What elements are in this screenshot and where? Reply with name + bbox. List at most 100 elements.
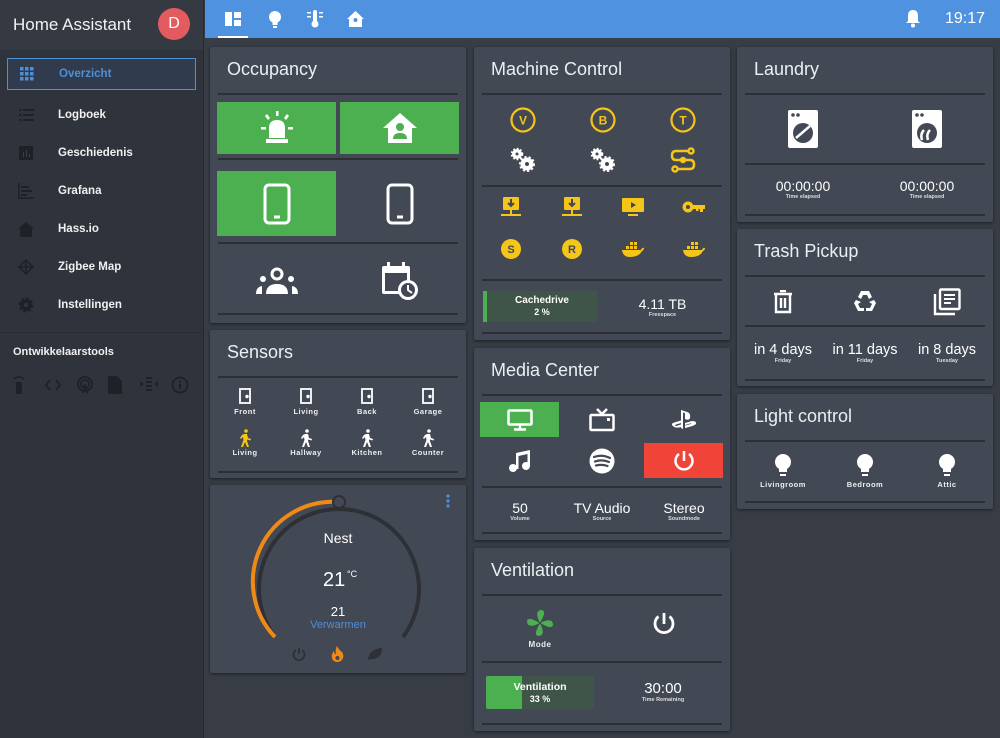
leaf-icon[interactable] bbox=[367, 647, 383, 661]
music-button[interactable] bbox=[480, 443, 559, 478]
tab-home[interactable] bbox=[337, 0, 373, 38]
newspaper-button[interactable] bbox=[907, 283, 987, 321]
source-branch-icon bbox=[670, 147, 696, 173]
motion-sensor[interactable]: Kitchen bbox=[338, 427, 396, 459]
light-livingroom[interactable]: Livingroom bbox=[743, 450, 823, 492]
music-icon bbox=[508, 449, 532, 473]
walk-icon bbox=[238, 429, 252, 447]
source-branch-button[interactable] bbox=[644, 145, 721, 175]
freespace-stat: 4.11 TB Freespace bbox=[604, 293, 721, 321]
phone-1-button[interactable] bbox=[217, 171, 336, 236]
walk-icon bbox=[360, 429, 374, 447]
door-sensor[interactable]: Front bbox=[216, 386, 274, 418]
service-s-button[interactable]: S bbox=[482, 235, 540, 263]
docker-button[interactable] bbox=[665, 235, 723, 263]
thermostat-name: Nest bbox=[323, 530, 353, 546]
alarm-light-icon bbox=[259, 110, 295, 146]
washer-button[interactable] bbox=[747, 105, 859, 153]
door-sensor[interactable]: Living bbox=[277, 386, 335, 418]
avatar[interactable]: D bbox=[158, 8, 190, 40]
door-sensor[interactable]: Back bbox=[338, 386, 396, 418]
recycle-button[interactable] bbox=[825, 283, 905, 321]
recycle-icon bbox=[852, 289, 878, 315]
sidebar-item-geschiedenis[interactable]: Geschiedenis bbox=[7, 134, 196, 172]
cachedrive-value: 2 % bbox=[534, 307, 550, 317]
tab-lights[interactable] bbox=[257, 0, 293, 38]
light-label: Livingroom bbox=[760, 479, 806, 489]
sidebar-item-overzicht[interactable]: Overzicht bbox=[7, 58, 196, 90]
broadcast-icon[interactable] bbox=[76, 375, 108, 395]
tab-climate[interactable] bbox=[297, 0, 333, 38]
fan-icon bbox=[526, 609, 554, 637]
fire-icon[interactable] bbox=[331, 646, 344, 662]
door-icon bbox=[422, 388, 434, 404]
service-b-button[interactable]: B bbox=[564, 105, 641, 135]
ventilation-mode-button[interactable]: Mode bbox=[484, 606, 596, 652]
sidebar-item-hassio[interactable]: Hass.io bbox=[7, 210, 196, 248]
service-r-button[interactable]: R bbox=[543, 235, 601, 263]
download-network-button[interactable] bbox=[543, 193, 601, 221]
door-sensor[interactable]: Garage bbox=[399, 386, 457, 418]
current-temperature: 21 bbox=[323, 569, 346, 591]
code-icon[interactable] bbox=[44, 375, 77, 395]
timer-value: 00:00:00 bbox=[899, 178, 955, 194]
ventilation-bar-label: Ventilation bbox=[513, 681, 567, 693]
docker-button[interactable] bbox=[604, 235, 662, 263]
chart-timeline-icon bbox=[16, 183, 36, 199]
info-icon[interactable] bbox=[171, 375, 203, 395]
download-network-icon bbox=[561, 196, 583, 218]
remote-icon[interactable] bbox=[13, 375, 45, 395]
power-icon[interactable] bbox=[292, 647, 306, 661]
phone-icon bbox=[386, 183, 414, 225]
file-code-icon[interactable] bbox=[108, 375, 140, 395]
dryer-button[interactable] bbox=[871, 105, 983, 153]
more-options-icon[interactable] bbox=[446, 494, 450, 508]
bell-icon[interactable] bbox=[905, 9, 921, 28]
youtube-tv-button[interactable] bbox=[604, 193, 662, 221]
alarm-button[interactable] bbox=[217, 102, 336, 154]
monitor-button[interactable] bbox=[480, 402, 559, 437]
motion-sensor[interactable]: Living bbox=[216, 427, 274, 459]
trash-can-button[interactable] bbox=[743, 283, 823, 321]
service-v-button[interactable]: V bbox=[484, 105, 561, 135]
sidebar-item-label: Hass.io bbox=[58, 223, 99, 235]
motion-sensor[interactable]: Hallway bbox=[277, 427, 335, 459]
letter-circle-icon: R bbox=[562, 239, 582, 259]
trash-can-icon bbox=[773, 290, 793, 314]
cogs-button[interactable] bbox=[564, 145, 641, 175]
home-presence-button[interactable] bbox=[340, 102, 459, 154]
group-button[interactable] bbox=[217, 252, 336, 310]
power-icon bbox=[652, 612, 676, 636]
account-group-icon bbox=[254, 267, 300, 295]
service-t-button[interactable]: T bbox=[644, 105, 721, 135]
motion-sensor[interactable]: Counter bbox=[399, 427, 457, 459]
tv-button[interactable] bbox=[562, 402, 641, 437]
light-attic[interactable]: Attic bbox=[907, 450, 987, 492]
tab-dashboard[interactable] bbox=[215, 0, 251, 38]
svg-text:R: R bbox=[568, 244, 576, 256]
playstation-button[interactable] bbox=[644, 402, 723, 437]
occupancy-card: Occupancy bbox=[210, 47, 466, 323]
sidebar-item-grafana[interactable]: Grafana bbox=[7, 172, 196, 210]
ventilation-power-button[interactable] bbox=[608, 606, 720, 642]
sidebar-item-instellingen[interactable]: Instellingen bbox=[7, 286, 196, 324]
door-label: Front bbox=[234, 407, 256, 416]
spotify-button[interactable] bbox=[562, 443, 641, 478]
stat-value: TV Audio bbox=[573, 500, 631, 516]
sidebar-item-logboek[interactable]: Logboek bbox=[7, 96, 196, 134]
cogs-button[interactable] bbox=[484, 145, 561, 175]
phone-2-button[interactable] bbox=[340, 171, 459, 236]
dial-handle[interactable] bbox=[332, 495, 346, 509]
mqtt-icon[interactable] bbox=[139, 375, 172, 395]
sidebar-item-label: Zigbee Map bbox=[58, 261, 122, 273]
svg-text:B: B bbox=[598, 114, 607, 128]
key-button[interactable] bbox=[665, 193, 723, 221]
laundry-timer: 00:00:00 Time elapsed bbox=[747, 175, 859, 203]
schedule-button[interactable] bbox=[340, 252, 459, 310]
media-power-button[interactable] bbox=[644, 443, 723, 478]
card-title: Light control bbox=[754, 406, 853, 426]
app-title: Home Assistant bbox=[13, 15, 132, 34]
sidebar-item-zigbee-map[interactable]: Zigbee Map bbox=[7, 248, 196, 286]
download-network-button[interactable] bbox=[482, 193, 540, 221]
light-bedroom[interactable]: Bedroom bbox=[825, 450, 905, 492]
